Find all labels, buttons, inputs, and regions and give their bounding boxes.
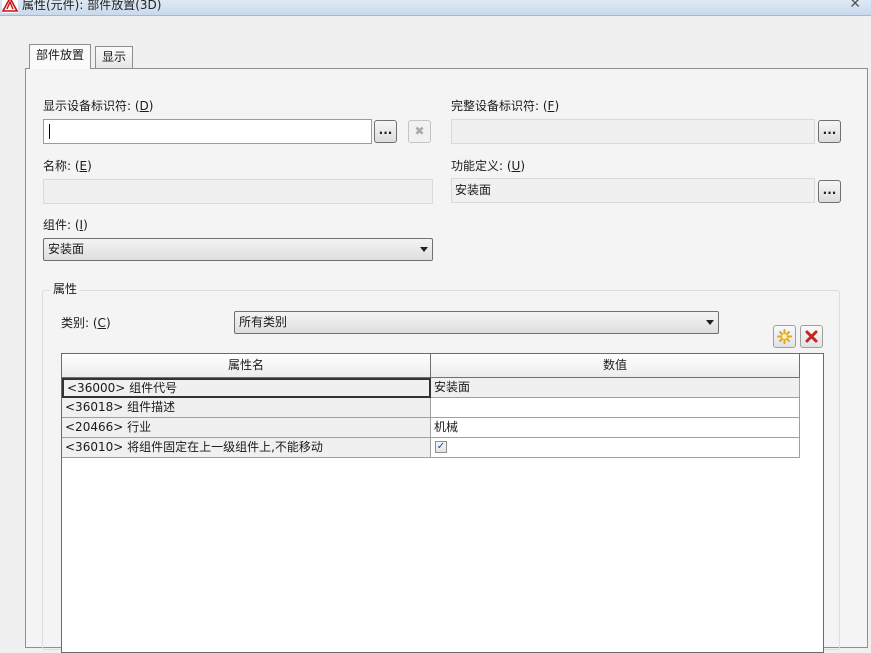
lock-position-checkbox[interactable]: ✓ — [435, 441, 447, 453]
properties-group-title: 属性 — [50, 282, 81, 296]
table-row-value[interactable] — [431, 398, 800, 418]
close-icon[interactable]: ✕ — [849, 0, 861, 12]
table-row-value[interactable]: ✓ — [431, 438, 800, 458]
sparkle-new-icon — [777, 329, 792, 344]
table-row-name[interactable]: <36000> 组件代号 — [62, 378, 431, 398]
app-warning-icon — [2, 0, 18, 13]
tab-label: 部件放置 — [36, 48, 85, 62]
properties-grid[interactable]: 属性名 数值 <36000> 组件代号 安装面 <36018> 组件描述 <20… — [61, 353, 824, 653]
function-def-input[interactable]: 安装面 — [451, 178, 815, 203]
display-id-browse-button[interactable]: ... — [374, 120, 397, 143]
column-header-property-name[interactable]: 属性名 — [62, 354, 431, 378]
table-row-value[interactable]: 机械 — [431, 418, 800, 438]
table-row-name[interactable]: <20466> 行业 — [62, 418, 431, 438]
table-row-value[interactable]: 安装面 — [431, 378, 800, 398]
chevron-down-icon — [706, 320, 714, 325]
full-id-browse-button[interactable]: ... — [818, 120, 841, 143]
full-id-input[interactable] — [451, 119, 815, 144]
new-property-button[interactable] — [773, 325, 796, 348]
component-label: 组件: (I) — [43, 218, 88, 232]
function-def-browse-button[interactable]: ... — [818, 180, 841, 203]
name-input[interactable] — [43, 179, 433, 204]
component-dropdown[interactable]: 安装面 — [43, 238, 433, 261]
table-row-name[interactable]: <36010> 将组件固定在上一级组件上,不能移动 — [62, 438, 431, 458]
display-id-input[interactable] — [43, 119, 372, 144]
column-header-value[interactable]: 数值 — [431, 354, 800, 378]
window-title: 属性(元件): 部件放置(3D) — [22, 0, 162, 12]
text-caret — [49, 124, 50, 139]
category-dropdown[interactable]: 所有类别 — [234, 311, 719, 334]
tab-display[interactable]: 显示 — [95, 46, 134, 68]
delete-property-button[interactable] — [800, 325, 823, 348]
category-label: 类别: (C) — [61, 316, 111, 330]
tab-part-placement[interactable]: 部件放置 — [29, 44, 92, 69]
function-def-label: 功能定义: (U) — [451, 159, 526, 173]
display-id-label: 显示设备标识符: (D) — [43, 99, 154, 113]
full-id-label: 完整设备标识符: (F) — [451, 99, 560, 113]
tab-label: 显示 — [102, 50, 127, 64]
chevron-down-icon — [420, 247, 428, 252]
title-bar: 属性(元件): 部件放置(3D) ✕ — [0, 0, 871, 16]
name-label: 名称: (E) — [43, 159, 92, 173]
delete-x-icon — [805, 330, 818, 343]
clear-icon[interactable]: ✖ — [408, 120, 431, 143]
table-row-name[interactable]: <36018> 组件描述 — [62, 398, 431, 418]
